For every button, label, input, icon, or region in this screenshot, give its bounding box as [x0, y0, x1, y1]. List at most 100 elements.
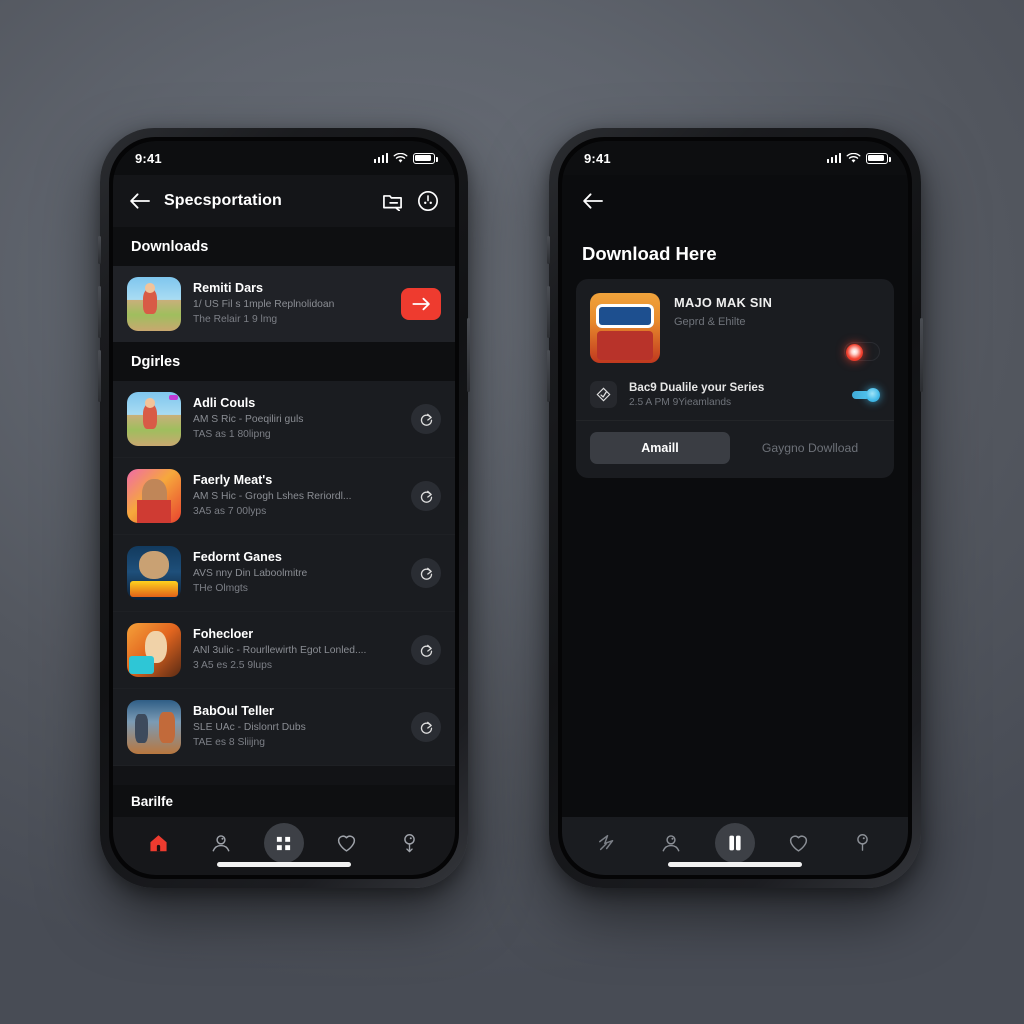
- heart-icon: [338, 835, 356, 852]
- right-phone-bezel: 9:41 Download Here MAJO MAK SIN Geprd & …: [558, 137, 912, 879]
- section-header-dgirles: Dgirles: [113, 342, 455, 381]
- mute-switch[interactable]: [547, 236, 550, 264]
- secondary-action-button[interactable]: Gaygno Dowlload: [740, 441, 880, 455]
- list-item[interactable]: BabOul Teller SLE UAc - Dislonrt Dubs TA…: [113, 689, 455, 766]
- diamond-icon: [590, 381, 617, 408]
- status-indicators: [826, 152, 891, 164]
- screenshot-canvas: 9:41 Specsportation Downloads Remiti Dar…: [0, 0, 1024, 1024]
- list-item-action-button[interactable]: [411, 558, 441, 588]
- list-item-thumbnail: [127, 623, 181, 677]
- home-indicator[interactable]: [668, 862, 802, 867]
- tab-favorites[interactable]: [327, 823, 367, 863]
- volume-up-button[interactable]: [98, 286, 101, 338]
- list-item[interactable]: Fohecloer ANl 3ulic - Rourllewirth Egot …: [113, 612, 455, 689]
- list-item-thumbnail: [127, 469, 181, 523]
- profile-pin-icon: [404, 834, 415, 853]
- primary-action-button[interactable]: Amaill: [590, 432, 730, 464]
- list-item[interactable]: Adli Couls AM S Ric - Poeqiliri guls TAS…: [113, 381, 455, 458]
- arrow-left-icon[interactable]: [129, 192, 150, 210]
- status-time: 9:41: [135, 150, 162, 166]
- left-phone-device: 9:41 Specsportation Downloads Remiti Dar…: [98, 128, 470, 888]
- list-item-action-button[interactable]: [411, 481, 441, 511]
- card-main-row[interactable]: MAJO MAK SIN Geprd & Ehilte: [576, 279, 894, 371]
- download-title: Remiti Dars: [193, 280, 263, 295]
- secondary-toggle-switch[interactable]: [852, 387, 880, 402]
- cellular-bars-icon: [826, 153, 841, 163]
- right-content-area: Download Here MAJO MAK SIN Geprd & Ehilt…: [562, 227, 908, 817]
- tab-home[interactable]: [138, 823, 178, 863]
- list-item-title: BabOul Teller: [193, 703, 274, 718]
- list-item-subtitle-2: THe Olmgts: [193, 582, 248, 594]
- arrow-right-icon: [411, 297, 430, 311]
- list-item-thumbnail: [127, 700, 181, 754]
- volume-down-button[interactable]: [547, 350, 550, 402]
- right-phone-screen: 9:41 Download Here MAJO MAK SIN Geprd & …: [562, 141, 908, 875]
- tab-explore[interactable]: [588, 823, 628, 863]
- mute-switch[interactable]: [98, 236, 101, 264]
- list-item-subtitle-1: SLE UAc - Dislonrt Dubs: [193, 721, 306, 733]
- power-button[interactable]: [467, 318, 470, 392]
- list-item-thumbnail: [127, 546, 181, 600]
- cellular-bars-icon: [373, 153, 388, 163]
- list-item-text: Adli Couls AM S Ric - Poeqiliri guls TAS…: [193, 396, 399, 443]
- list-item-subtitle-2: 3 A5 es 2.5 9lups: [193, 659, 273, 671]
- folder-share-icon[interactable]: [382, 191, 403, 211]
- arrow-left-icon[interactable]: [582, 192, 603, 210]
- list-item-subtitle-2: 3A5 as 7 00lyps: [193, 505, 267, 517]
- page-title: Specsportation: [164, 192, 282, 209]
- person-search-icon: [212, 835, 230, 852]
- main-toggle-switch[interactable]: [844, 342, 880, 361]
- section-header-downloads: Downloads: [113, 227, 455, 266]
- download-subtitle-2: The Relair 1 9 lmg: [193, 313, 278, 325]
- power-button[interactable]: [920, 318, 923, 392]
- tab-library[interactable]: [714, 823, 755, 863]
- card-secondary-row[interactable]: Bac9 Dualile your Series 2.5 A PM 9Yieam…: [576, 371, 894, 421]
- tab-discover[interactable]: [651, 823, 691, 863]
- redo-icon: [420, 721, 432, 734]
- toggle-knob: [866, 387, 880, 402]
- card-thumbnail: [590, 293, 660, 363]
- tab-library[interactable]: [263, 823, 304, 863]
- compass-icon: [598, 834, 614, 851]
- volume-down-button[interactable]: [98, 350, 101, 402]
- list-item-title: Fohecloer: [193, 626, 254, 641]
- download-row[interactable]: Remiti Dars 1/ US Fil s 1mple Replnolido…: [113, 266, 455, 342]
- secondary-row-subtitle: 2.5 A PM 9Yieamlands: [629, 397, 732, 408]
- card-action-row: Amaill Gaygno Dowlload: [576, 421, 894, 478]
- battery-icon: [866, 152, 891, 164]
- home-indicator[interactable]: [217, 862, 351, 867]
- list-item-action-button[interactable]: [411, 404, 441, 434]
- secondary-row-text: Bac9 Dualile your Series 2.5 A PM 9Yieam…: [629, 381, 840, 408]
- list-item-text: Fohecloer ANl 3ulic - Rourllewirth Egot …: [193, 627, 399, 674]
- list-item-action-button[interactable]: [411, 635, 441, 665]
- tab-discover[interactable]: [201, 823, 241, 863]
- list-item-action-button[interactable]: [411, 712, 441, 742]
- tab-profile[interactable]: [390, 823, 430, 863]
- list-item-text: Faerly Meat's AM S Hic - Grogh Lshes Rer…: [193, 473, 399, 520]
- redo-icon: [420, 490, 432, 503]
- downloads-list[interactable]: Adli Couls AM S Ric - Poeqiliri guls TAS…: [113, 381, 455, 785]
- download-thumbnail: [127, 277, 181, 331]
- card-text-block: MAJO MAK SIN Geprd & Ehilte: [674, 293, 880, 361]
- download-subtitle-1: 1/ US Fil s 1mple Replnolidoan: [193, 298, 335, 310]
- list-item[interactable]: Faerly Meat's AM S Hic - Grogh Lshes Rer…: [113, 458, 455, 535]
- status-time: 9:41: [584, 150, 611, 166]
- footer-section-label: Barilfe: [113, 785, 455, 817]
- list-item[interactable]: Fedornt Ganes AVS nny Din Laboolmitre TH…: [113, 535, 455, 612]
- list-item-text: Fedornt Ganes AVS nny Din Laboolmitre TH…: [193, 550, 399, 597]
- tab-favorites[interactable]: [779, 823, 819, 863]
- list-item-title: Adli Couls: [193, 395, 256, 410]
- more-circle-icon[interactable]: [417, 190, 439, 212]
- right-status-bar: 9:41: [562, 141, 908, 175]
- left-status-bar: 9:41: [113, 141, 455, 175]
- card-title: MAJO MAK SIN: [674, 295, 773, 310]
- download-action-button[interactable]: [401, 288, 441, 320]
- tab-profile[interactable]: [842, 823, 882, 863]
- status-indicators: [373, 152, 438, 164]
- left-app-bar: Specsportation: [113, 175, 455, 227]
- volume-up-button[interactable]: [547, 286, 550, 338]
- list-item-title: Faerly Meat's: [193, 472, 273, 487]
- wifi-icon: [393, 152, 408, 163]
- left-phone-screen: 9:41 Specsportation Downloads Remiti Dar…: [113, 141, 455, 875]
- download-text-block: Remiti Dars 1/ US Fil s 1mple Replnolido…: [193, 281, 389, 328]
